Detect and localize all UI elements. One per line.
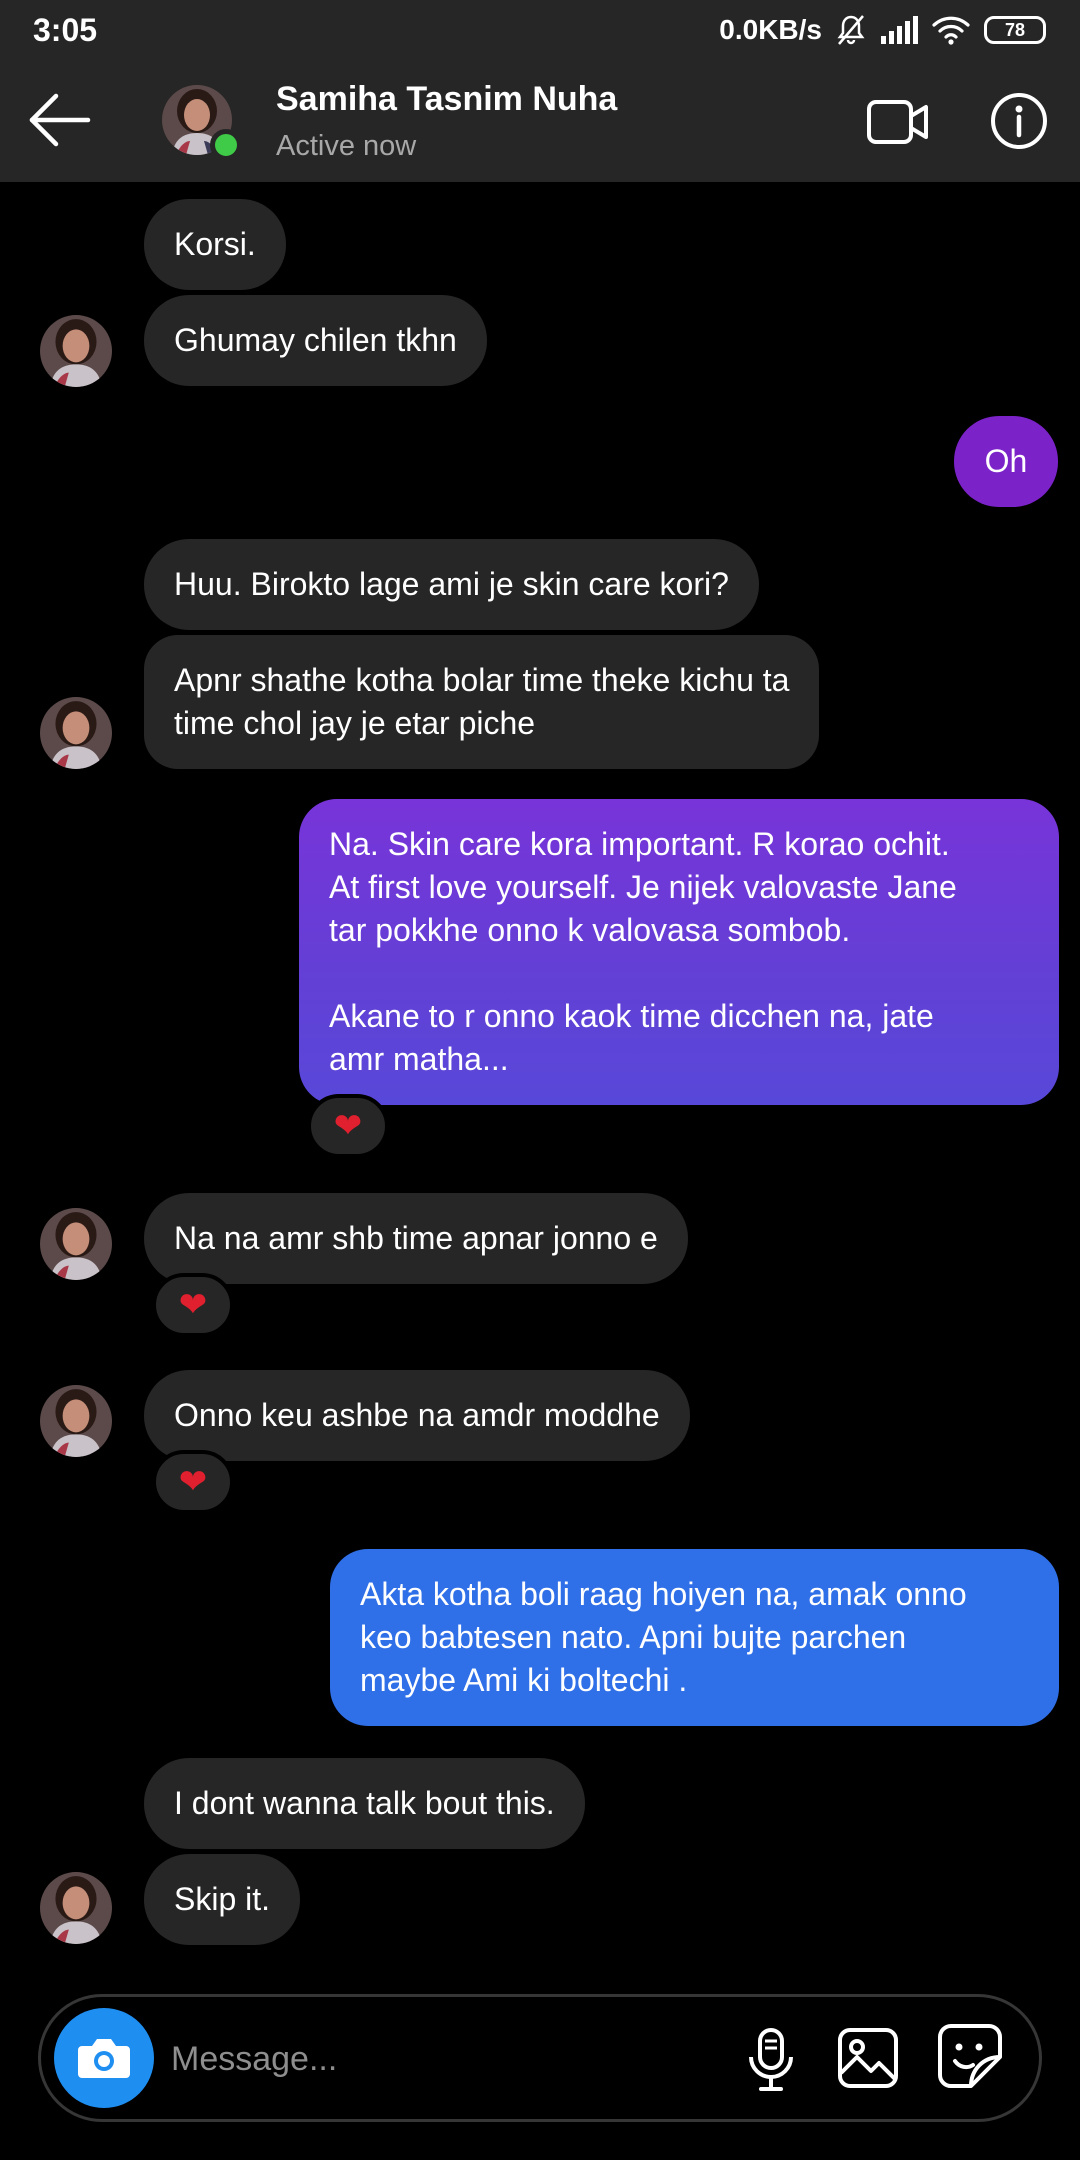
message-input[interactable] <box>171 2027 731 2091</box>
heart-reaction[interactable]: ❤ <box>152 1273 234 1337</box>
muted-bell-icon <box>837 15 865 45</box>
image-gallery-icon[interactable] <box>837 2027 899 2089</box>
online-status-dot <box>210 129 242 161</box>
message-bubble-outgoing[interactable]: Oh <box>954 416 1058 507</box>
contact-avatar-small <box>40 697 112 769</box>
heart-reaction[interactable]: ❤ <box>152 1450 234 1514</box>
message-composer <box>38 1994 1042 2122</box>
info-icon[interactable] <box>990 92 1048 150</box>
message-bubble-incoming[interactable]: Onno keu ashbe na amdr moddhe <box>144 1370 690 1461</box>
message-bubble-incoming[interactable]: Huu. Birokto lage ami je skin care kori? <box>144 539 759 630</box>
message-bubble-incoming[interactable]: Skip it. <box>144 1854 301 1945</box>
battery-icon: 78 <box>984 16 1046 44</box>
camera-icon <box>78 2039 130 2078</box>
back-arrow-icon[interactable] <box>28 92 92 148</box>
status-time: 3:05 <box>33 12 98 48</box>
signal-icon <box>881 16 918 44</box>
message-bubble-outgoing[interactable]: Akta kotha boli raag hoiyen na, amak onn… <box>330 1549 1059 1726</box>
heart-icon: ❤ <box>333 1107 363 1145</box>
contact-activity-status: Active now <box>276 130 417 162</box>
wifi-icon <box>932 16 970 45</box>
contact-avatar-small <box>40 1385 112 1457</box>
contact-avatar[interactable] <box>162 85 242 161</box>
heart-icon: ❤ <box>178 1286 208 1324</box>
message-bubble-outgoing[interactable]: Na. Skin care kora important. R korao oc… <box>299 799 1059 1105</box>
message-thread[interactable]: Korsi. Ghumay chilen tkhn Oh Huu. Birokt… <box>0 182 1080 1992</box>
message-bubble-incoming[interactable]: I dont wanna talk bout this. <box>144 1758 585 1849</box>
microphone-icon[interactable] <box>741 2027 801 2093</box>
message-bubble-incoming[interactable]: Na na amr shb time apnar jonno e <box>144 1193 688 1284</box>
status-bar: 3:05 0.0KB/s 78 <box>0 0 1080 60</box>
contact-avatar-small <box>40 1208 112 1280</box>
contact-avatar-small <box>40 315 112 387</box>
network-speed: 0.0KB/s <box>719 14 822 45</box>
contact-name[interactable]: Samiha Tasnim Nuha <box>276 80 617 119</box>
battery-level: 78 <box>1004 19 1026 40</box>
camera-button[interactable] <box>54 2008 154 2108</box>
chat-header: Samiha Tasnim Nuha Active now <box>0 60 1080 182</box>
heart-reaction[interactable]: ❤ <box>307 1094 389 1158</box>
video-camera-icon[interactable] <box>866 96 930 148</box>
sticker-icon[interactable] <box>937 2023 1003 2089</box>
status-icons: 0.0KB/s 78 <box>719 10 1046 50</box>
message-bubble-incoming[interactable]: Ghumay chilen tkhn <box>144 295 487 386</box>
message-bubble-incoming[interactable]: Korsi. <box>144 199 286 290</box>
message-bubble-incoming[interactable]: Apnr shathe kotha bolar time theke kichu… <box>144 635 820 769</box>
heart-icon: ❤ <box>178 1463 208 1501</box>
contact-avatar-small <box>40 1872 112 1944</box>
